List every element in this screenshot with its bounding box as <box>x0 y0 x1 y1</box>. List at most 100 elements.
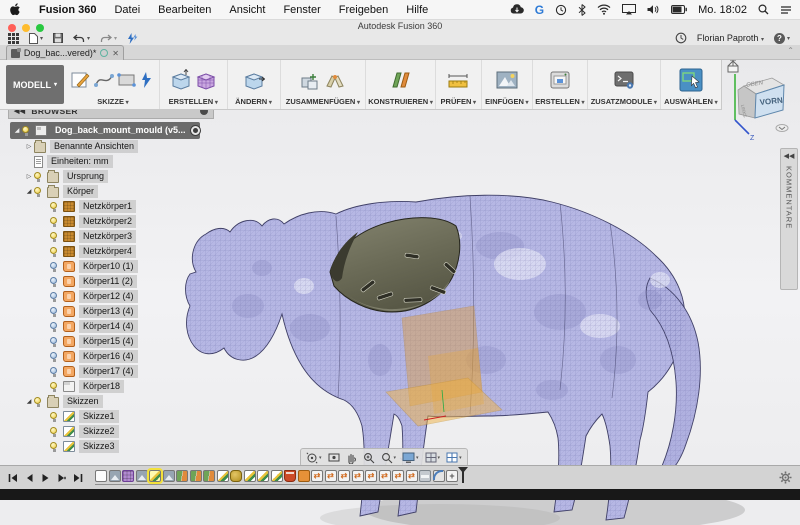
activate-component-radio[interactable] <box>190 125 201 136</box>
item-label[interactable]: Ursprung <box>63 170 108 183</box>
save-button[interactable] <box>53 33 63 43</box>
timeline-feature[interactable] <box>230 470 242 482</box>
visibility-bulb-icon[interactable] <box>50 441 59 453</box>
rectangle-icon[interactable] <box>117 72 137 88</box>
browser-item[interactable]: Körper16 (4) <box>40 349 214 364</box>
workspace-selector-button[interactable]: MODELL <box>6 65 64 104</box>
browser-item[interactable]: Einheiten: mm <box>24 154 214 169</box>
new-component-icon[interactable] <box>299 69 321 91</box>
menu-fusion360[interactable]: Fusion 360 <box>30 4 105 16</box>
viewports-button[interactable]: ▾ <box>446 452 462 463</box>
insert-image-icon[interactable] <box>495 70 519 90</box>
item-label[interactable]: Körper11 (2) <box>79 275 137 288</box>
timeline-feature[interactable] <box>325 470 337 482</box>
select-icon[interactable] <box>679 68 703 92</box>
timeline-feature[interactable] <box>217 470 229 482</box>
battery-icon[interactable] <box>671 5 687 14</box>
timeline-feature[interactable] <box>392 470 404 482</box>
browser-item[interactable]: Netzkörper1 <box>40 199 214 214</box>
browser-item[interactable]: Skizze1 <box>40 409 214 424</box>
job-history-clock-icon[interactable] <box>675 32 687 44</box>
browser-item[interactable]: Ursprung <box>24 169 214 184</box>
timeline-feature[interactable] <box>136 470 148 482</box>
help-button[interactable]: ?▾ <box>774 33 790 44</box>
ribbon-group-label[interactable]: SKIZZE <box>97 97 128 106</box>
volume-icon[interactable] <box>647 4 660 15</box>
wifi-icon[interactable] <box>597 4 611 15</box>
visibility-bulb-icon[interactable] <box>50 411 59 423</box>
timeline-settings-gear-icon[interactable] <box>779 471 792 484</box>
logitech-g-icon[interactable]: G <box>535 3 544 17</box>
timeline-feature[interactable] <box>176 470 188 482</box>
menu-ansicht[interactable]: Ansicht <box>220 4 274 16</box>
visibility-bulb-icon[interactable] <box>50 216 59 228</box>
timeline-feature[interactable] <box>257 470 269 482</box>
timeline-playhead[interactable] <box>462 467 464 483</box>
browser-item[interactable]: Körper14 (4) <box>40 319 214 334</box>
ribbon-group-label[interactable]: ZUSAMMENFÜGEN <box>286 97 360 106</box>
visibility-bulb-icon[interactable] <box>22 125 31 137</box>
zoom-window-button[interactable]: ▾ <box>381 452 397 464</box>
item-label[interactable]: Netzkörper4 <box>79 245 136 258</box>
item-label[interactable]: Körper12 (4) <box>79 290 138 303</box>
render-capture-icon[interactable] <box>549 70 571 90</box>
item-label[interactable]: Körper10 (1) <box>79 260 138 273</box>
grid-layout-button[interactable]: ▾ <box>425 452 441 463</box>
play-button[interactable] <box>41 473 50 483</box>
look-at-button[interactable] <box>328 452 340 463</box>
item-label[interactable]: Netzkörper2 <box>79 215 136 228</box>
item-label[interactable]: Körper17 (4) <box>79 365 138 378</box>
browser-item[interactable]: Körper10 (1) <box>40 259 214 274</box>
ribbon-group-label[interactable]: ERSTELLEN <box>535 97 584 106</box>
ribbon-group-label[interactable]: AUSWÄHLEN <box>664 97 717 106</box>
addins-icon[interactable] <box>613 70 635 90</box>
timeline-feature[interactable] <box>149 470 161 482</box>
timeline-feature[interactable] <box>446 470 458 482</box>
menu-bearbeiten[interactable]: Bearbeiten <box>149 4 220 16</box>
item-label[interactable]: Einheiten: mm <box>47 155 113 168</box>
item-label[interactable]: Körper14 (4) <box>79 320 138 333</box>
visibility-bulb-icon[interactable] <box>50 261 59 273</box>
time-machine-icon[interactable] <box>555 4 567 16</box>
timeline-feature[interactable] <box>352 470 364 482</box>
measure-icon[interactable] <box>446 70 470 90</box>
ribbon-group-label[interactable]: KONSTRUIEREN <box>368 97 433 106</box>
browser-item[interactable]: Benannte Ansichten <box>24 139 214 154</box>
disclosure-arrow-icon[interactable] <box>12 127 22 134</box>
item-label[interactable]: Skizze1 <box>79 410 119 423</box>
spotlight-search-icon[interactable] <box>758 4 769 15</box>
item-label[interactable]: Dog_back_mount_mould (v5... <box>51 124 190 137</box>
airplay-display-icon[interactable] <box>622 4 636 15</box>
joint-icon[interactable] <box>324 70 346 90</box>
browser-item[interactable]: Netzkörper3 <box>40 229 214 244</box>
timeline-feature[interactable] <box>406 470 418 482</box>
close-tab-icon[interactable]: ✕ <box>112 49 119 58</box>
visibility-bulb-icon[interactable] <box>34 171 43 183</box>
browser-item[interactable]: Skizze3 <box>40 439 214 454</box>
bluetooth-icon[interactable] <box>578 4 586 16</box>
timeline-feature[interactable] <box>298 470 310 482</box>
timeline-feature[interactable] <box>379 470 391 482</box>
timeline-feature[interactable] <box>190 470 202 482</box>
visibility-bulb-icon[interactable] <box>50 351 59 363</box>
disclosure-arrow-icon[interactable] <box>24 398 34 405</box>
data-panel-button[interactable] <box>8 33 19 44</box>
construction-plane-icon[interactable] <box>389 69 413 91</box>
create-sketch-icon[interactable] <box>71 70 91 90</box>
item-label[interactable]: Netzkörper3 <box>79 230 136 243</box>
visibility-bulb-icon[interactable] <box>50 291 59 303</box>
visibility-bulb-icon[interactable] <box>50 426 59 438</box>
timeline-feature[interactable] <box>365 470 377 482</box>
timeline-feature[interactable] <box>271 470 283 482</box>
document-tab[interactable]: Dog_bac...vered)* ✕ <box>6 45 124 60</box>
ribbon-group-label[interactable]: ERSTELLEN <box>169 97 218 106</box>
browser-item[interactable]: Netzkörper4 <box>40 244 214 259</box>
menu-freigeben[interactable]: Freigeben <box>330 4 398 16</box>
minimize-window-button[interactable] <box>22 24 30 32</box>
disclosure-arrow-icon[interactable] <box>24 173 34 180</box>
ribbon-group-label[interactable]: ZUSATZMODULE <box>591 97 657 106</box>
go-to-end-button[interactable] <box>73 473 83 483</box>
browser-item[interactable]: Körper12 (4) <box>40 289 214 304</box>
press-pull-icon[interactable] <box>243 69 265 91</box>
timeline-feature[interactable] <box>122 470 134 482</box>
